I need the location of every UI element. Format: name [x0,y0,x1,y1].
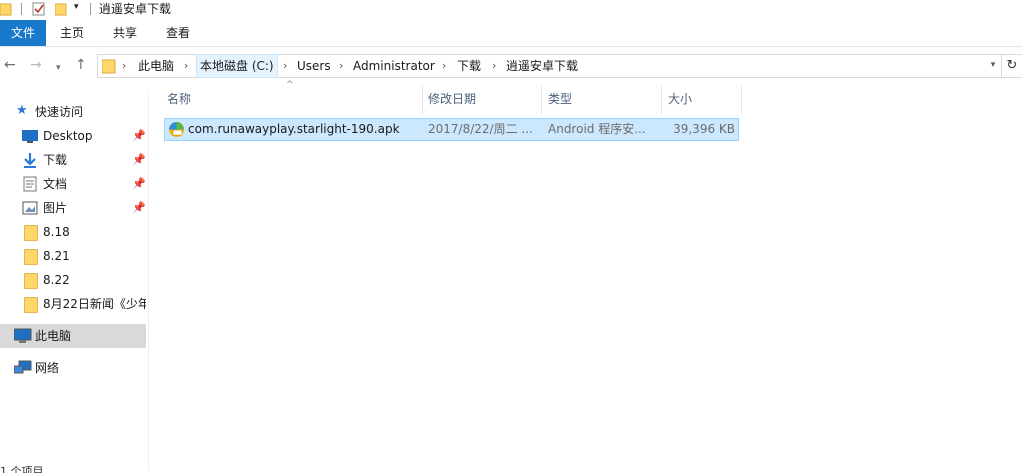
nav-item-this-pc[interactable]: 此电脑 [0,324,146,348]
navigation-pane: ★ 快速访问 Desktop 📌 下载 📌 文档 📌 图片 📌 8.18 8.2… [0,90,149,471]
ribbon: 文件 主页 共享 查看 [0,20,1022,47]
pin-icon[interactable]: 📌 [132,148,146,172]
separator [90,3,91,15]
pin-icon[interactable]: 📌 [132,124,146,148]
nav-item-label: 图片 [43,201,68,215]
nav-item-label: 快速访问 [35,105,84,119]
column-header-name[interactable]: 名称 [167,88,417,114]
chevron-right-icon[interactable]: › [184,55,188,77]
file-size: 39,396 KB [673,122,735,136]
title-bar: ▾ 逍遥安卓下载 [0,0,1022,20]
tab-share[interactable]: 共享 [103,20,147,46]
column-header-modified[interactable]: 修改日期 [428,88,538,114]
column-header-type[interactable]: 类型 [548,88,658,114]
nav-item-folder[interactable]: 8月22日新闻《少年 [0,292,146,316]
address-bar[interactable]: › 此电脑 › 本地磁盘 (C:) › Users › Administrato… [97,54,1002,78]
column-divider[interactable] [541,86,542,114]
breadcrumb-local-disk[interactable]: 本地磁盘 (C:) [196,54,278,78]
folder-icon [24,225,38,241]
nav-item-label: 下载 [43,153,68,167]
nav-item-folder[interactable]: 8.22 [0,268,146,292]
folder-icon [24,297,38,313]
file-modified: 2017/8/22/周二 ... [428,122,533,136]
nav-item-label: 网络 [35,361,60,375]
folder-icon [0,1,12,20]
nav-item-label: 8.21 [43,249,70,263]
recent-locations-icon[interactable]: ▾ [56,61,61,75]
nav-item-label: 文档 [43,177,68,191]
apk-file-icon [168,121,185,141]
tab-file[interactable]: 文件 [0,20,46,46]
chevron-right-icon[interactable]: › [122,55,126,77]
breadcrumb-this-pc[interactable]: 此电脑 [138,55,174,77]
separator [21,3,22,15]
address-dropdown-icon[interactable]: ▾ [986,54,1000,76]
nav-item-label: 8.18 [43,225,70,239]
nav-item-label: 8.22 [43,273,70,287]
breadcrumb-administrator[interactable]: Administrator [353,55,435,77]
folder-icon [24,249,38,265]
picture-icon [22,200,38,216]
tab-home[interactable]: 主页 [50,20,94,46]
nav-item-folder[interactable]: 8.18 [0,220,146,244]
star-icon: ★ [16,103,28,118]
computer-icon [13,328,32,344]
folder-icon [24,273,38,289]
up-arrow-icon[interactable]: ↑ [75,58,87,72]
chevron-right-icon[interactable]: › [283,55,287,77]
folder-icon [101,58,116,77]
nav-item-label: 8月22日新闻《少年 [43,297,146,311]
download-arrow-icon [22,152,38,168]
breadcrumb-downloads[interactable]: 下载 [457,55,481,77]
back-arrow-icon[interactable]: ← [4,58,16,72]
breadcrumb-users[interactable]: Users [297,55,331,77]
column-divider[interactable] [661,86,662,114]
pin-icon[interactable]: 📌 [132,172,146,196]
chevron-right-icon[interactable]: › [492,55,496,77]
network-icon [13,360,32,376]
properties-icon[interactable] [32,1,46,20]
nav-item-label: Desktop [43,129,93,143]
status-item-count: 1 个项目 [0,465,44,473]
document-icon [22,176,38,192]
chevron-right-icon[interactable]: › [442,55,446,77]
file-type: Android 程序安... [548,122,646,136]
nav-item-folder[interactable]: 8.21 [0,244,146,268]
breadcrumb-current-folder[interactable]: 逍遥安卓下载 [506,55,578,77]
nav-item-network[interactable]: 网络 [0,356,146,380]
window-title: 逍遥安卓下载 [99,2,172,16]
desktop-icon [22,128,38,144]
new-folder-icon[interactable] [54,1,67,20]
chevron-down-icon[interactable]: ▾ [74,2,79,12]
nav-item-downloads[interactable]: 下载 📌 [0,148,146,172]
column-divider[interactable] [741,86,742,114]
column-header-size[interactable]: 大小 [668,88,738,114]
file-name: com.runawayplay.starlight-190.apk [188,122,400,136]
nav-item-label: 此电脑 [35,329,72,343]
pin-icon[interactable]: 📌 [132,196,146,220]
tab-view[interactable]: 查看 [156,20,200,46]
nav-item-desktop[interactable]: Desktop 📌 [0,124,146,148]
refresh-icon[interactable]: ↻ [1002,54,1022,78]
nav-item-documents[interactable]: 文档 📌 [0,172,146,196]
column-divider[interactable] [422,86,423,114]
forward-arrow-icon[interactable]: → [30,58,42,72]
chevron-right-icon[interactable]: › [339,55,343,77]
table-row[interactable]: com.runawayplay.starlight-190.apk 2017/8… [164,118,739,141]
nav-item-pictures[interactable]: 图片 📌 [0,196,146,220]
nav-quick-access[interactable]: ★ 快速访问 [0,100,146,124]
